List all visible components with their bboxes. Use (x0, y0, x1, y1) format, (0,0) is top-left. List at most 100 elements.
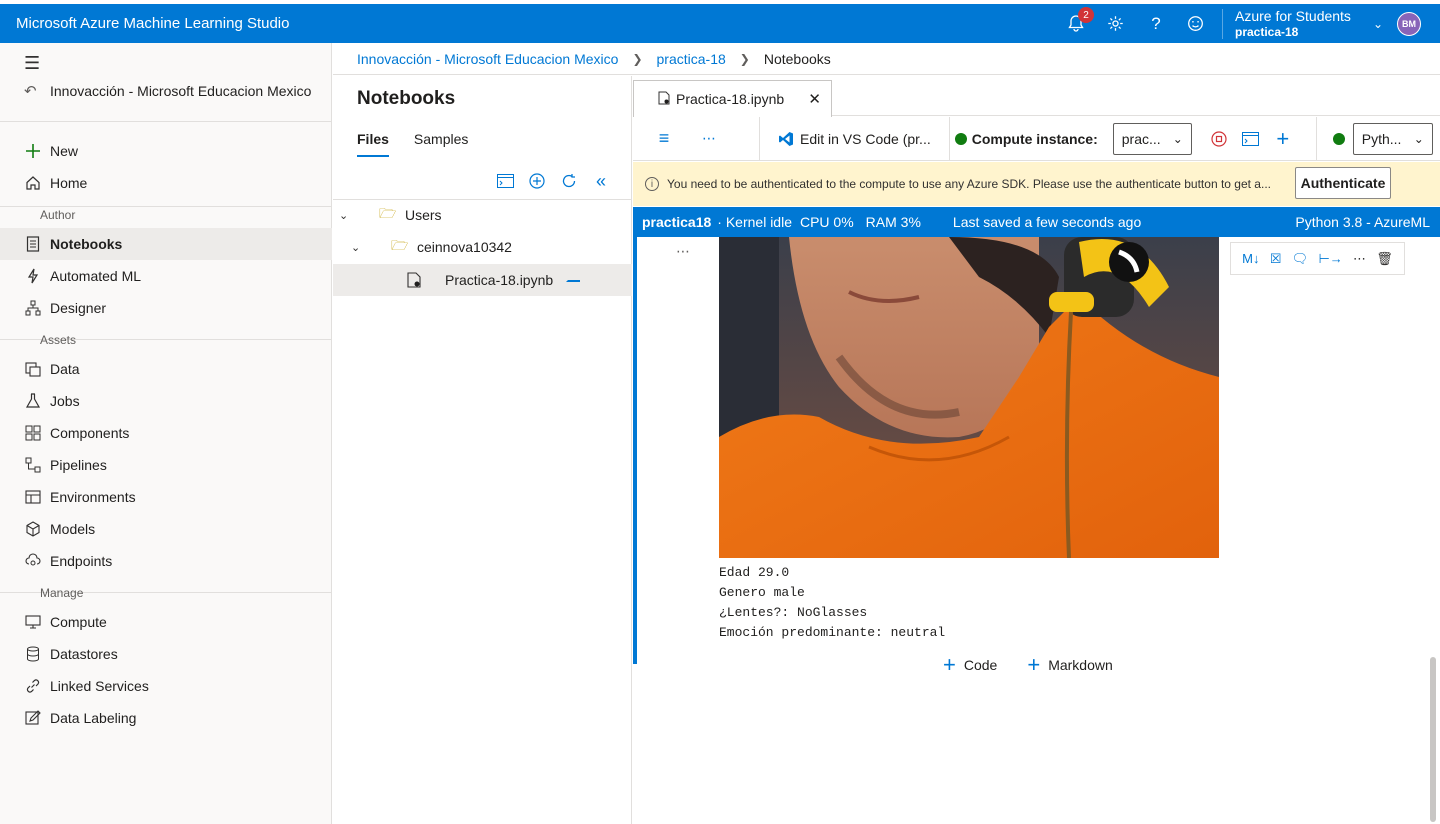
collapse-panel-button[interactable]: « (585, 170, 617, 192)
sidebar-item-label: Models (50, 521, 96, 537)
sidebar-item-label: Endpoints (50, 553, 113, 569)
stop-compute-button[interactable] (1200, 117, 1238, 161)
edit-in-vscode-button[interactable]: Edit in VS Code (pr... (760, 117, 949, 161)
sidebar-item-label: Data Labeling (50, 710, 137, 726)
smiley-icon (1188, 16, 1204, 31)
sidebar-item-label: Datastores (50, 646, 118, 662)
chevron-right-icon: ❯ (632, 51, 643, 66)
notifications-button[interactable]: 2 (1056, 4, 1096, 43)
tab-samples[interactable]: Samples (414, 131, 468, 157)
refresh-button[interactable] (553, 170, 585, 192)
sidebar-item-home[interactable]: Home (0, 167, 332, 199)
compute-terminal-button[interactable] (1238, 117, 1264, 161)
sidebar-item-jobs[interactable]: Jobs (0, 385, 332, 417)
chevron-down-icon: ⌄ (1172, 131, 1183, 146)
sidebar-item-label: Automated ML (50, 268, 142, 284)
files-panel: Notebooks Files Samples « ⌄ 🗁 Users ⌄ 🗁 … (333, 76, 632, 824)
table-of-contents-button[interactable]: ≡ (633, 117, 695, 161)
account-switcher[interactable]: Azure for Students practica-18 ⌄ BM (1221, 8, 1440, 39)
breadcrumb-workspace-link[interactable]: Innovacción - Microsoft Educacion Mexico (357, 51, 618, 67)
sidebar-item-new[interactable]: New (0, 135, 332, 167)
cpu-usage: CPU 0% (799, 214, 854, 230)
split-cell-icon[interactable]: ⊢→ (1318, 251, 1342, 267)
trash-icon[interactable]: 🗑 (1376, 251, 1393, 267)
chevron-down-icon: ⌄ (1413, 131, 1424, 146)
refresh-icon (562, 174, 576, 188)
editor-tabs: Practica-18.ipynb ✕ (633, 76, 1440, 117)
gear-icon (1108, 16, 1124, 31)
save-status: Last saved a few seconds ago (952, 214, 1142, 230)
notebook-icon (24, 235, 42, 253)
sidebar-item-automated-ml[interactable]: Automated ML (0, 260, 332, 292)
authentication-banner: i You need to be authenticated to the co… (633, 162, 1440, 206)
settings-button[interactable] (1096, 4, 1136, 43)
sidebar-item-notebooks[interactable]: Notebooks (0, 228, 332, 260)
markdown-icon[interactable]: M↓ (1242, 251, 1259, 266)
runtime-label[interactable]: Python 3.8 - AzureML (1295, 214, 1430, 230)
sidebar-item-label: Home (50, 175, 88, 191)
sidebar-item-compute[interactable]: Compute (0, 606, 332, 638)
sidebar-item-components[interactable]: Components (0, 417, 332, 449)
kernel-state: · Kernel idle (717, 214, 792, 230)
ellipsis-icon[interactable]: ⋯ (1353, 251, 1366, 267)
clear-output-icon[interactable]: ☒ (1270, 251, 1282, 267)
close-icon[interactable]: ✕ (808, 90, 821, 108)
designer-icon (24, 299, 42, 317)
cell-menu-icon[interactable]: ⋯ (676, 243, 691, 260)
workspace-link-label: Innovacción - Microsoft Educacion Mexico (50, 83, 312, 99)
notification-badge: 2 (1077, 7, 1094, 23)
folder-icon: 🗁 (379, 205, 397, 221)
kernel-dropdown[interactable]: Pyth... ⌄ (1352, 122, 1433, 155)
breadcrumb: Innovacción - Microsoft Educacion Mexico… (333, 43, 1440, 75)
tree-file-notebook[interactable]: Practica-18.ipynb (333, 264, 632, 296)
sidebar-item-designer[interactable]: Designer (0, 292, 332, 324)
sidebar-item-pipelines[interactable]: Pipelines (0, 449, 332, 481)
tree-item-label: ceinnova10342 (417, 239, 512, 255)
notebook-toolbar: ≡ ⋯ Edit in VS Code (pr... Compute insta… (633, 116, 1440, 161)
breadcrumb-project-link[interactable]: practica-18 (657, 51, 726, 67)
chevron-right-icon: ❯ (739, 51, 750, 66)
tree-folder-user[interactable]: ⌄ 🗁 ceinnova10342 (333, 231, 632, 263)
cube-icon (24, 520, 42, 538)
add-compute-button[interactable]: + (1264, 117, 1302, 161)
help-button[interactable]: ? (1136, 4, 1176, 43)
sidebar-item-endpoints[interactable]: Endpoints (0, 545, 332, 577)
sidebar-item-data[interactable]: Data (0, 353, 332, 385)
app-title[interactable]: Microsoft Azure Machine Learning Studio (16, 15, 289, 32)
sidebar-item-data-labeling[interactable]: Data Labeling (0, 702, 332, 734)
tab-notebook-file[interactable]: Practica-18.ipynb ✕ (633, 80, 832, 117)
hamburger-menu-icon[interactable]: ☰ (24, 53, 40, 74)
sidebar-item-linked-services[interactable]: Linked Services (0, 670, 332, 702)
link-icon (24, 677, 42, 695)
authenticate-button[interactable]: Authenticate (1295, 167, 1391, 199)
sidebar-item-label: New (50, 143, 79, 159)
group-assets-heading: Assets (40, 333, 77, 347)
more-actions-button[interactable]: ⋯ (695, 117, 723, 161)
add-code-cell-button[interactable]: + Code (943, 654, 997, 676)
scrollbar-thumb[interactable] (1430, 657, 1436, 822)
compute-label: Compute instance: (971, 130, 1098, 147)
sidebar-item-environments[interactable]: Environments (0, 481, 332, 513)
environment-icon (24, 488, 42, 506)
sidebar-item-label: Components (50, 425, 130, 441)
compute-instance-dropdown[interactable]: prac... ⌄ (1112, 122, 1192, 155)
workspace-back-link[interactable]: ↶ Innovacción - Microsoft Educacion Mexi… (24, 81, 311, 101)
tree-folder-users[interactable]: ⌄ 🗁 Users (333, 199, 632, 231)
add-file-button[interactable] (521, 170, 553, 192)
tab-files[interactable]: Files (357, 131, 389, 157)
avatar[interactable]: BM (1397, 11, 1421, 36)
left-sidebar: ☰ ↶ Innovacción - Microsoft Educacion Me… (0, 43, 332, 824)
flask-icon (24, 392, 42, 410)
feedback-button[interactable] (1176, 4, 1216, 43)
plus-icon: + (1276, 125, 1290, 151)
sidebar-item-models[interactable]: Models (0, 513, 332, 545)
notebook-body: ⋯ M↓ ☒ 🗨 ⊢→ ⋯ 🗑 Edad 29.0 Genero male ¿L… (633, 237, 1440, 824)
comment-icon[interactable]: 🗨 (1292, 251, 1309, 267)
terminal-button[interactable] (489, 170, 521, 192)
sidebar-item-datastores[interactable]: Datastores (0, 638, 332, 670)
chevron-down-icon: ⌄ (339, 209, 349, 222)
output-line: Genero male (719, 585, 805, 600)
info-icon: i (645, 177, 659, 191)
add-markdown-cell-button[interactable]: + Markdown (1027, 654, 1112, 676)
tree-item-label: Users (405, 207, 442, 223)
